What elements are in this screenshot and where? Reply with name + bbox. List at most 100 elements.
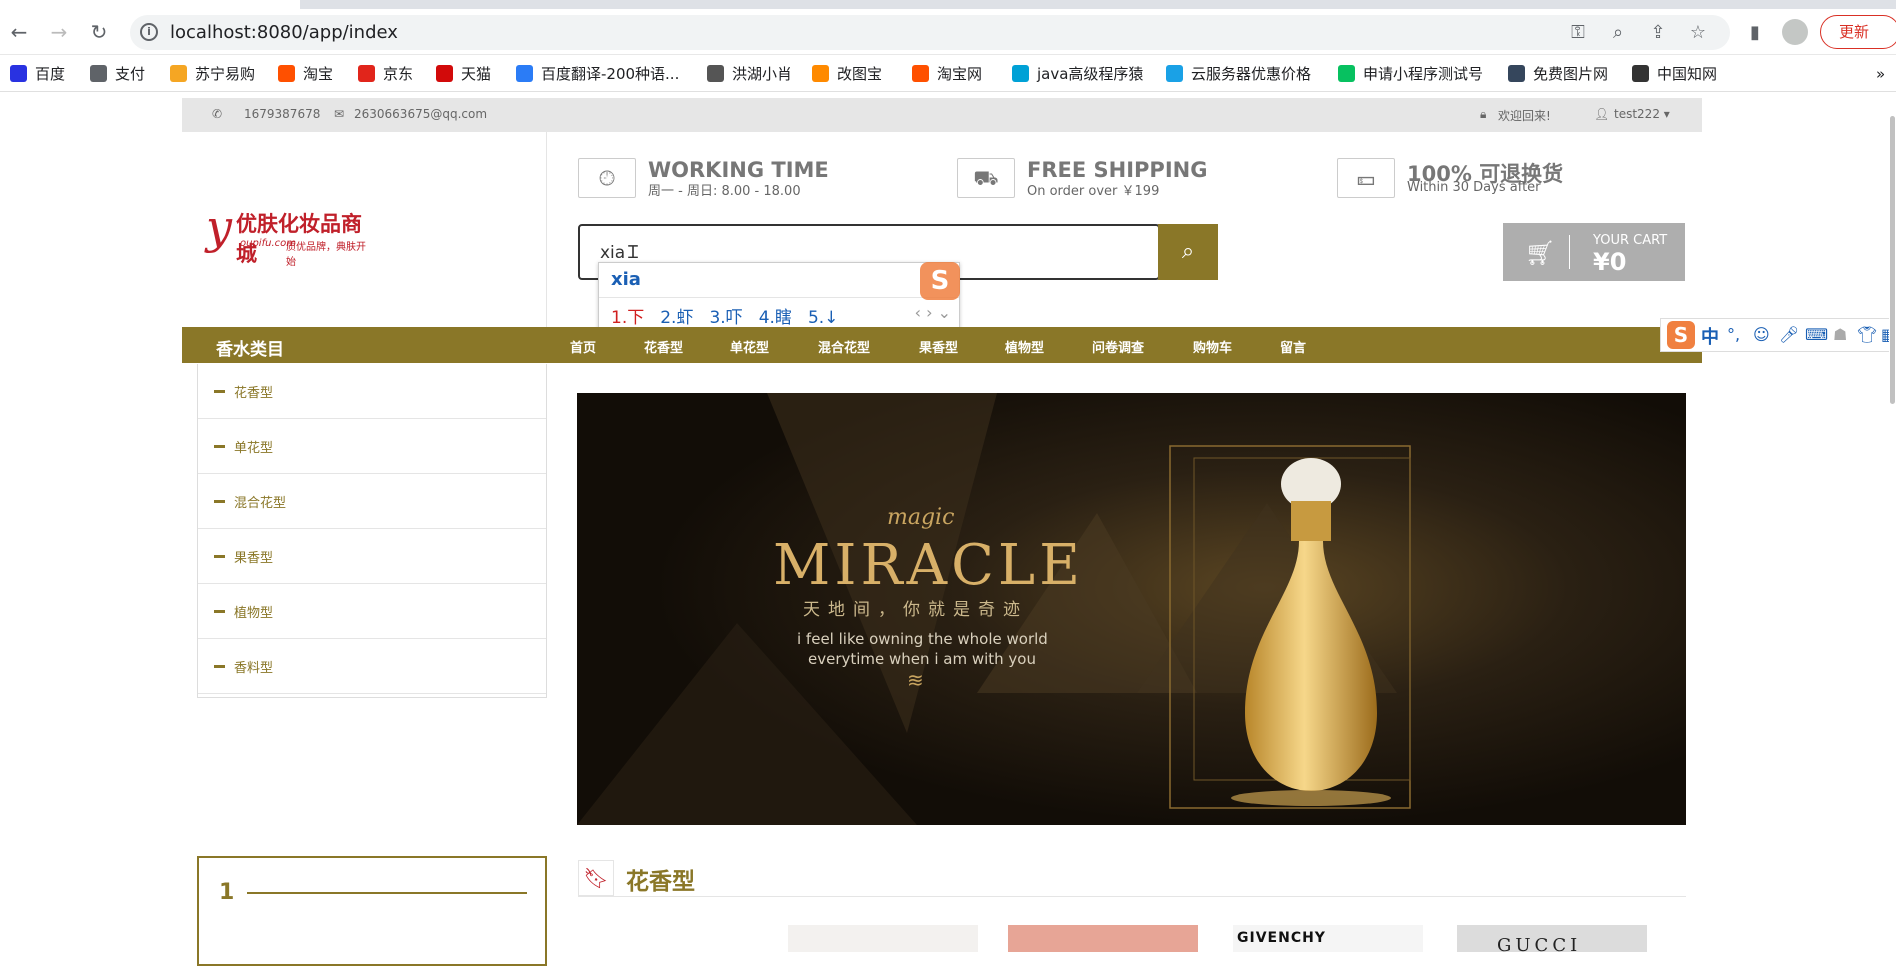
brand-label: GIVENCHY	[1237, 930, 1326, 946]
tmall-icon	[436, 65, 453, 82]
bookmark-item[interactable]: 云服务器优惠价格	[1166, 64, 1311, 84]
bookmark-item[interactable]: 京东	[358, 64, 413, 84]
bilibili-icon	[1012, 65, 1029, 82]
page-scrollbar[interactable]	[1889, 92, 1896, 952]
hero-banner[interactable]: magic MIRACLE 天地间，你就是奇迹 i feel like owni…	[577, 393, 1686, 825]
punct-icon[interactable]: °,	[1727, 325, 1740, 344]
ime-candidates: 1.下 2.虾 3.吓 4.瞎 5.↓	[611, 303, 854, 328]
sogou-icon[interactable]: S	[1667, 321, 1695, 349]
bookmark-item[interactable]: 洪湖小肖	[707, 64, 792, 84]
bookmark-item[interactable]: 淘宝网	[912, 64, 982, 84]
ranking-number: 1	[219, 880, 235, 905]
cloud-icon	[1166, 65, 1183, 82]
site-logo[interactable]: y 优肤化妆品商城 oupifu.com 质优品牌，典肤开始	[206, 200, 366, 268]
nav-item-message[interactable]: 留言	[1280, 337, 1306, 356]
ime-candidate[interactable]: 1.下	[611, 308, 644, 328]
update-button[interactable]: 更新	[1820, 15, 1896, 49]
sidebar-item-single-floral[interactable]: 单花型	[198, 419, 546, 474]
info-icon[interactable]: i	[140, 23, 158, 41]
ime-candidate[interactable]: 4.瞎	[759, 308, 792, 328]
bookmark-item[interactable]: java高级程序猿	[1012, 64, 1143, 84]
forward-icon[interactable]: →	[46, 19, 72, 45]
reload-icon[interactable]: ↻	[86, 19, 112, 45]
banner-cn-text: 天地间，你就是奇迹	[803, 600, 1028, 620]
lock-icon: 🔒︎	[1480, 107, 1487, 121]
banner-title: MIRACLE	[773, 533, 1084, 598]
banner-artwork	[577, 393, 1686, 825]
nav-item-survey[interactable]: 问卷调查	[1092, 337, 1144, 356]
nav-item-floral[interactable]: 花香型	[644, 337, 683, 356]
feature-working-time: 🕘︎ WORKING TIME 周一 - 周日: 8.00 - 18.00	[578, 158, 878, 202]
zoom-icon[interactable]: ⌕	[1607, 22, 1629, 44]
profile-avatar[interactable]	[1782, 19, 1808, 45]
bookmark-item[interactable]: 中国知网	[1632, 64, 1717, 84]
bookmark-item[interactable]: 免费图片网	[1508, 64, 1608, 84]
clock-icon: 🕘︎	[578, 158, 636, 198]
bookmark-item[interactable]: 改图宝	[812, 64, 882, 84]
bookmarks-overflow-icon[interactable]: »	[1876, 64, 1885, 84]
bookmark-item[interactable]: 淘宝	[278, 64, 333, 84]
cnki-icon	[1632, 65, 1649, 82]
product-thumb[interactable]	[788, 925, 978, 952]
star-icon[interactable]: ☆	[1687, 22, 1709, 44]
product-thumb[interactable]: GUCCI	[1457, 925, 1647, 952]
omnibox[interactable]: i localhost:8080/app/index ⚿ ⌕ ⇪ ☆	[130, 15, 1730, 50]
bookmark-item[interactable]: 申请小程序测试号	[1338, 64, 1483, 84]
product-thumb[interactable]: GIVENCHY	[1233, 925, 1423, 952]
ime-pinyin: xia	[611, 269, 641, 290]
product-thumb[interactable]	[1008, 925, 1198, 952]
mic-icon[interactable]: 🎤︎	[1779, 325, 1799, 344]
back-icon[interactable]: ←	[6, 19, 32, 45]
ime-lang-toggle[interactable]: 中	[1701, 323, 1719, 349]
sidebar-item-plant[interactable]: 植物型	[198, 584, 546, 639]
nav-item-plant[interactable]: 植物型	[1005, 337, 1044, 356]
text-cursor-icon: Ɪ	[628, 242, 639, 263]
ime-page-arrows[interactable]: ‹ › ⌄	[915, 303, 951, 322]
nav-item-mixed-floral[interactable]: 混合花型	[818, 337, 870, 356]
bookmark-item[interactable]: 支付	[90, 64, 145, 84]
keyboard-icon[interactable]: ⌨	[1805, 325, 1828, 344]
search-button[interactable]: ⌕	[1158, 224, 1218, 280]
tab-strip	[0, 0, 1896, 9]
side-panel-icon[interactable]: ▮	[1744, 22, 1766, 44]
bookmark-item[interactable]: 天猫	[436, 64, 491, 84]
wave-icon: ≋	[907, 668, 924, 692]
bookmark-item[interactable]: 百度	[10, 64, 65, 84]
phone-icon: ✆	[212, 107, 223, 121]
sidebar-item-floral[interactable]: 花香型	[198, 364, 546, 419]
key-icon[interactable]: ⚿	[1567, 22, 1589, 44]
bookmark-item[interactable]: 苏宁易购	[170, 64, 255, 84]
skin-icon[interactable]: 👕︎	[1857, 325, 1877, 344]
share-icon[interactable]: ⇪	[1647, 22, 1669, 44]
ime-candidate[interactable]: 2.虾	[660, 308, 693, 328]
translate-icon	[516, 65, 533, 82]
ime-toolbar: S 中 °, ☺ 🎤︎ ⌨ ☗ 👕︎ ▦	[1660, 318, 1896, 352]
url-text[interactable]: localhost:8080/app/index	[170, 22, 398, 43]
user-menu[interactable]: test222 ▾	[1614, 107, 1670, 121]
user-icon[interactable]: ☗	[1833, 325, 1847, 344]
cart-button[interactable]: 🛒︎ YOUR CART ¥0	[1503, 223, 1685, 281]
section-divider	[578, 896, 1686, 897]
email-text: 2630663675@qq.com	[354, 107, 488, 121]
suning-icon	[170, 65, 187, 82]
cart-label: YOUR CART	[1593, 233, 1668, 248]
nav-item-cart[interactable]: 购物车	[1193, 337, 1232, 356]
sidebar-item-spice[interactable]: 香料型	[198, 639, 546, 694]
brand-label: GUCCI	[1497, 935, 1582, 952]
ime-candidate[interactable]: 5.↓	[808, 308, 838, 328]
logo-tagline: 质优品牌，典肤开始	[286, 242, 366, 268]
nav-item-single-floral[interactable]: 单花型	[730, 337, 769, 356]
sidebar-item-fruity[interactable]: 果香型	[198, 529, 546, 584]
emoji-icon[interactable]: ☺	[1753, 325, 1770, 344]
category-title: 香水类目	[216, 340, 284, 360]
taobao-icon	[278, 65, 295, 82]
feature-free-shipping: ⛟ FREE SHIPPING On order over ￥199	[957, 158, 1257, 202]
bookmark-item[interactable]: 百度翻译-200种语...	[516, 64, 679, 84]
sogou-logo-icon: S	[920, 262, 960, 300]
phone-text: 1679387678	[244, 107, 321, 121]
sidebar-item-mixed-floral[interactable]: 混合花型	[198, 474, 546, 529]
ime-candidate[interactable]: 3.吓	[709, 308, 742, 328]
money-icon: 💵︎	[1337, 158, 1395, 198]
nav-item-fruity[interactable]: 果香型	[919, 337, 958, 356]
nav-item-home[interactable]: 首页	[570, 337, 596, 356]
